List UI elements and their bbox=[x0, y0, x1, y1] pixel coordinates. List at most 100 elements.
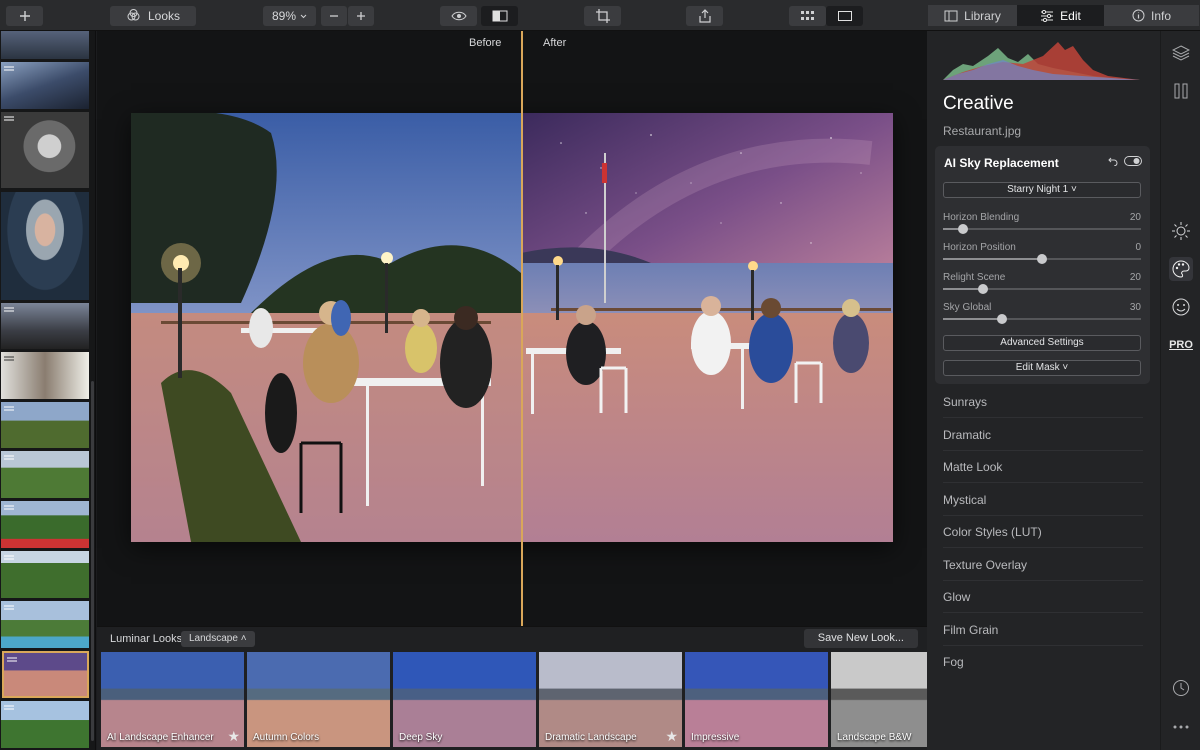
looks-button[interactable]: Looks bbox=[110, 6, 196, 26]
tool-sunrays[interactable]: Sunrays bbox=[943, 386, 1143, 418]
compare-button[interactable] bbox=[481, 6, 518, 26]
split-view-icon bbox=[492, 10, 507, 22]
preview-button[interactable] bbox=[440, 6, 477, 26]
slider-knob[interactable] bbox=[997, 314, 1008, 324]
slider-fill bbox=[943, 258, 1042, 260]
look-name: Dramatic Landscape bbox=[545, 732, 637, 743]
essentials-button[interactable] bbox=[1169, 219, 1193, 243]
mode-tabs: Library Edit Info bbox=[928, 5, 1199, 26]
tool-mystical[interactable]: Mystical bbox=[943, 484, 1143, 516]
filmstrip-thumb-selected[interactable] bbox=[2, 651, 89, 698]
add-photos-button[interactable] bbox=[6, 6, 43, 26]
more-button[interactable] bbox=[1169, 715, 1193, 739]
filmstrip-thumb[interactable] bbox=[1, 402, 89, 448]
tool-texture-overlay[interactable]: Texture Overlay bbox=[943, 549, 1143, 581]
single-view-button[interactable] bbox=[826, 6, 863, 26]
canvas-tools-button[interactable] bbox=[1169, 79, 1193, 103]
tool-film-grain[interactable]: Film Grain bbox=[943, 614, 1143, 646]
toggle-icon[interactable] bbox=[1124, 156, 1142, 166]
edited-icon bbox=[7, 657, 17, 662]
look-tile[interactable]: Impressive bbox=[685, 652, 828, 747]
zoom-out-button[interactable] bbox=[321, 6, 347, 26]
looks-panel-label: Luminar Looks: bbox=[110, 633, 186, 645]
looks-category-dropdown[interactable]: Landscape ˄ bbox=[181, 631, 255, 647]
filmstrip-thumb[interactable] bbox=[1, 551, 89, 598]
tab-library[interactable]: Library bbox=[928, 5, 1017, 26]
horizon-position-slider[interactable] bbox=[943, 254, 1141, 264]
tool-matte-look[interactable]: Matte Look bbox=[943, 451, 1143, 483]
slider-knob[interactable] bbox=[977, 284, 988, 294]
slider-knob[interactable] bbox=[957, 224, 968, 234]
tool-title: AI Sky Replacement bbox=[944, 156, 1059, 170]
sky-select-dropdown[interactable]: Starry Night 1 ˅ bbox=[943, 182, 1141, 198]
face-icon bbox=[1172, 298, 1190, 316]
filmstrip-thumb[interactable] bbox=[1, 62, 89, 109]
filmstrip-thumb[interactable] bbox=[1, 352, 89, 399]
look-tile[interactable]: Dramatic Landscape ★ bbox=[539, 652, 682, 747]
slider-knob[interactable] bbox=[1037, 254, 1047, 264]
filmstrip-scrollbar[interactable] bbox=[91, 381, 94, 741]
histogram bbox=[943, 42, 1140, 80]
star-icon[interactable]: ★ bbox=[227, 728, 240, 745]
sky-global-slider[interactable] bbox=[943, 314, 1141, 324]
plus-icon bbox=[19, 11, 30, 21]
filmstrip-thumb[interactable] bbox=[1, 501, 89, 548]
look-name: Autumn Colors bbox=[253, 732, 320, 743]
look-name: Impressive bbox=[691, 732, 740, 743]
photo-preview[interactable] bbox=[131, 113, 893, 542]
history-button[interactable] bbox=[1169, 676, 1193, 700]
zoom-in-button[interactable] bbox=[348, 6, 374, 26]
zoom-value: 89% bbox=[271, 9, 297, 23]
look-tile[interactable]: Deep Sky bbox=[393, 652, 536, 747]
undo-icon[interactable] bbox=[1108, 156, 1118, 166]
filmstrip-thumb[interactable] bbox=[1, 112, 89, 188]
edit-mask-dropdown[interactable]: Edit Mask ˅ bbox=[943, 360, 1141, 376]
before-after-divider[interactable] bbox=[521, 31, 523, 626]
before-label: Before bbox=[469, 37, 502, 49]
tab-edit[interactable]: Edit bbox=[1017, 5, 1104, 26]
chevron-down-icon bbox=[300, 14, 307, 18]
grid-view-button[interactable] bbox=[789, 6, 826, 26]
tool-fog[interactable]: Fog bbox=[943, 646, 1143, 678]
tab-info[interactable]: Info bbox=[1104, 5, 1199, 26]
look-tile[interactable]: Autumn Colors bbox=[247, 652, 390, 747]
horizon-blending-slider[interactable] bbox=[943, 224, 1141, 234]
share-button[interactable] bbox=[686, 6, 723, 26]
restaurant-photo bbox=[131, 113, 893, 542]
clock-icon bbox=[1173, 680, 1189, 696]
zoom-dropdown[interactable]: 89% bbox=[263, 6, 316, 26]
filmstrip-thumb[interactable] bbox=[1, 601, 89, 648]
brush-icon bbox=[1174, 83, 1188, 99]
tab-library-label: Library bbox=[964, 8, 1001, 23]
crop-button[interactable] bbox=[584, 6, 621, 26]
relight-scene-slider[interactable] bbox=[943, 284, 1141, 294]
pro-button[interactable]: PRO bbox=[1169, 333, 1193, 357]
tool-glow[interactable]: Glow bbox=[943, 581, 1143, 613]
looks-icon bbox=[127, 8, 140, 20]
star-icon[interactable]: ★ bbox=[665, 728, 678, 745]
image-canvas[interactable]: Before After bbox=[97, 31, 927, 626]
horizon-blending-value: 20 bbox=[1129, 212, 1141, 223]
filmstrip-thumb[interactable] bbox=[1, 31, 89, 59]
edited-icon bbox=[4, 356, 14, 361]
sky-select-value: Starry Night 1 bbox=[1007, 184, 1069, 195]
palette-icon bbox=[1172, 260, 1190, 278]
edited-icon bbox=[4, 505, 14, 510]
save-new-look-button[interactable]: Save New Look... bbox=[803, 629, 918, 648]
filmstrip-thumb[interactable] bbox=[1, 303, 89, 349]
tool-dramatic[interactable]: Dramatic bbox=[943, 419, 1143, 451]
portrait-button[interactable] bbox=[1169, 295, 1193, 319]
creative-button[interactable] bbox=[1169, 257, 1193, 281]
look-tile[interactable]: Landscape B&W bbox=[831, 652, 927, 747]
filmstrip bbox=[0, 31, 96, 750]
filmstrip-thumb[interactable] bbox=[1, 451, 89, 498]
look-tile[interactable]: AI Landscape Enhancer ★ bbox=[101, 652, 244, 747]
file-name: Restaurant.jpg bbox=[943, 124, 1022, 138]
layers-button[interactable] bbox=[1169, 41, 1193, 65]
filmstrip-thumb[interactable] bbox=[1, 192, 89, 300]
tool-color-styles[interactable]: Color Styles (LUT) bbox=[943, 516, 1143, 548]
advanced-settings-button[interactable]: Advanced Settings bbox=[943, 335, 1141, 351]
slider-fill bbox=[943, 318, 1003, 320]
eye-icon bbox=[450, 11, 467, 21]
filmstrip-thumb[interactable] bbox=[1, 701, 89, 748]
